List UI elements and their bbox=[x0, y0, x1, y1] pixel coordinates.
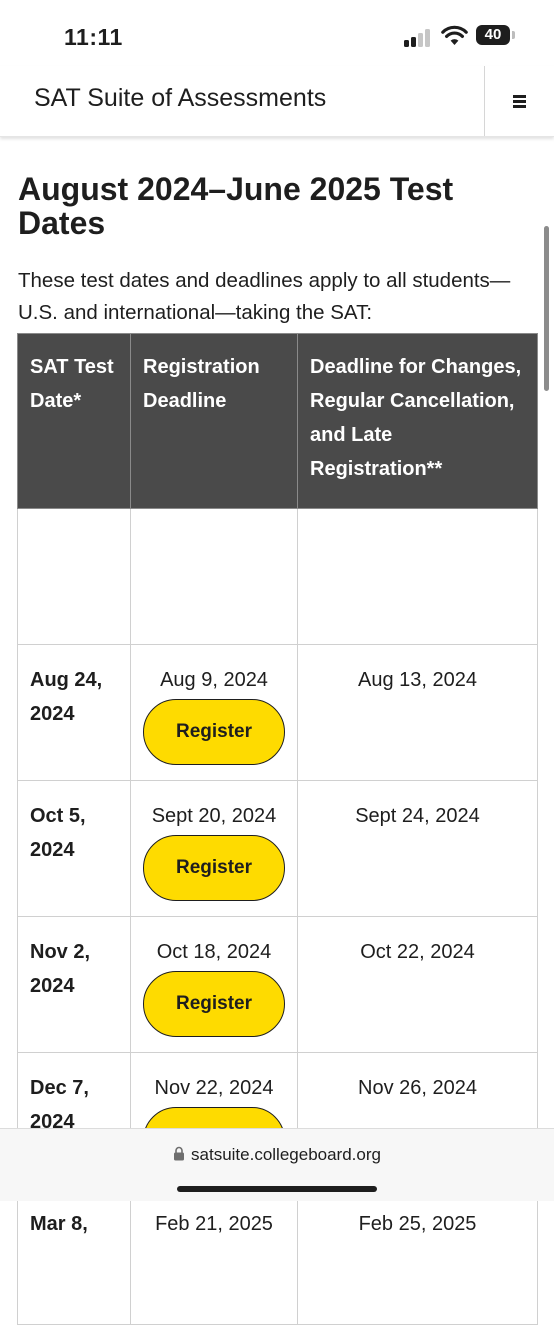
registration-deadline: Sept 20, 2024 bbox=[151, 805, 277, 827]
table-row: Mar 8, Feb 21, 2025 Feb 25, 2025 bbox=[17, 1188, 538, 1325]
test-date: Mar 8, bbox=[17, 1188, 131, 1325]
register-button[interactable]: Register bbox=[143, 971, 285, 1037]
registration-deadline: Aug 9, 2024 bbox=[160, 669, 268, 691]
late-deadline: Aug 13, 2024 bbox=[297, 644, 538, 781]
page-title: August 2024–June 2025 Test Dates bbox=[18, 171, 454, 241]
test-date: Nov 2, 2024 bbox=[17, 916, 131, 1053]
battery-tip bbox=[512, 31, 515, 39]
registration-cell: Aug 9, 2024 Register bbox=[130, 644, 298, 781]
registration-deadline: Feb 21, 2025 bbox=[155, 1213, 273, 1235]
late-deadline: Sept 24, 2024 bbox=[297, 780, 538, 917]
address-display[interactable]: satsuite.collegeboard.org bbox=[0, 1145, 554, 1165]
status-bar: 11:11 40 bbox=[0, 0, 554, 66]
registration-deadline: Oct 18, 2024 bbox=[156, 941, 272, 963]
home-indicator[interactable] bbox=[177, 1186, 377, 1192]
site-header: SAT Suite of Assessments bbox=[0, 66, 554, 137]
intro-text: These test dates and deadlines apply to … bbox=[18, 269, 511, 324]
test-date: Aug 24, 2024 bbox=[17, 644, 131, 781]
cellular-signal-icon bbox=[404, 27, 434, 47]
scrollbar[interactable] bbox=[544, 226, 549, 391]
site-title[interactable]: SAT Suite of Assessments bbox=[34, 84, 326, 113]
column-header-late-deadline: Deadline for Changes, Regular Cancellati… bbox=[297, 333, 538, 509]
menu-button[interactable] bbox=[485, 66, 554, 136]
test-date: Oct 5, 2024 bbox=[17, 780, 131, 917]
registration-cell: Oct 18, 2024 Register bbox=[130, 916, 298, 1053]
table-row: Nov 2, 2024 Oct 18, 2024 Register Oct 22… bbox=[17, 916, 538, 1053]
late-deadline: Feb 25, 2025 bbox=[297, 1188, 538, 1325]
column-header-registration-deadline: Registration Deadline bbox=[130, 333, 298, 509]
late-deadline: Oct 22, 2024 bbox=[297, 916, 538, 1053]
table-row: Aug 24, 2024 Aug 9, 2024 Register Aug 13… bbox=[17, 644, 538, 781]
column-header-test-date: SAT Test Date* bbox=[17, 333, 131, 509]
registration-deadline: Nov 22, 2024 bbox=[154, 1077, 274, 1099]
register-button[interactable]: Register bbox=[143, 699, 285, 765]
status-time: 11:11 bbox=[64, 24, 123, 50]
register-button[interactable]: Register bbox=[143, 835, 285, 901]
table-spacer bbox=[17, 508, 538, 645]
wifi-icon bbox=[441, 25, 468, 45]
hamburger-icon bbox=[513, 95, 526, 108]
registration-cell: Sept 20, 2024 Register bbox=[130, 780, 298, 917]
registration-cell: Feb 21, 2025 bbox=[130, 1188, 298, 1325]
table-header-row: SAT Test Date* Registration Deadline Dea… bbox=[17, 333, 538, 509]
url-text: satsuite.collegeboard.org bbox=[191, 1145, 381, 1164]
battery-icon: 40 bbox=[476, 25, 510, 45]
table-row: Oct 5, 2024 Sept 20, 2024 Register Sept … bbox=[17, 780, 538, 917]
lock-icon bbox=[174, 1146, 185, 1161]
